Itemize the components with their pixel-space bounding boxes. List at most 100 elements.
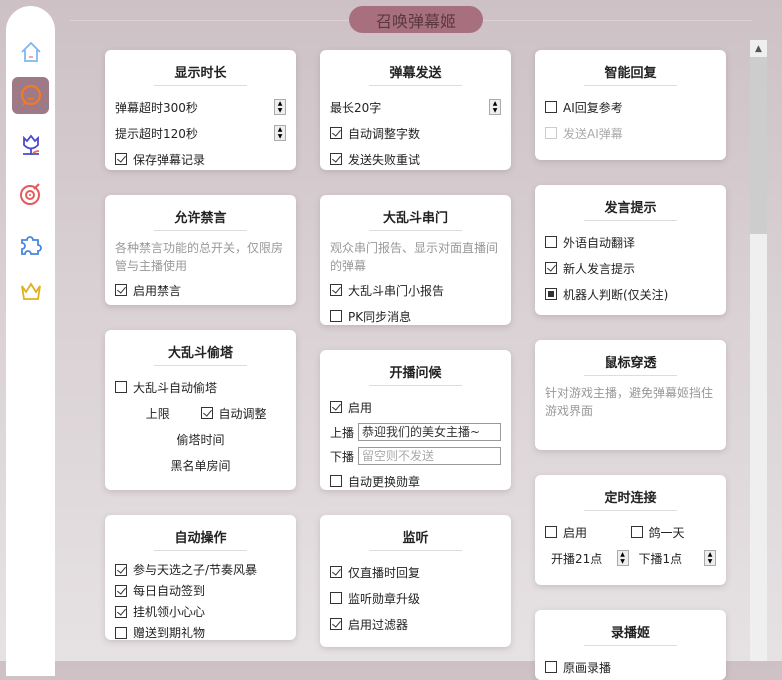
option-checkbox[interactable]: 大乱斗自动偷塔 (115, 379, 217, 396)
checkbox-box[interactable] (330, 566, 342, 578)
checkbox-box[interactable] (330, 284, 342, 296)
sidebar-item-home[interactable] (12, 33, 49, 70)
option-checkbox[interactable]: 启用禁言 (115, 282, 181, 299)
option-checkbox[interactable]: 自动更换勋章 (330, 473, 420, 490)
option-checkbox[interactable]: 外语自动翻译 (545, 234, 635, 251)
checkbox-box[interactable] (545, 101, 557, 113)
card-title: 显示时长 (174, 66, 227, 81)
card-title: 监听 (402, 531, 429, 546)
checkbox-box[interactable] (115, 284, 127, 296)
setting-link[interactable]: 偷塔时间 (115, 426, 286, 452)
option-checkbox[interactable]: 启用 (330, 399, 372, 416)
checkbox-box[interactable] (330, 618, 342, 630)
option-checkbox[interactable]: 赠送到期礼物 (115, 624, 205, 641)
option-checkbox[interactable]: 新人发言提示 (545, 260, 635, 277)
scrollbar[interactable]: ▲ (750, 40, 767, 661)
sidebar-item-puzzle[interactable] (12, 225, 49, 262)
spinner-arrows-icon[interactable]: ▲ ▼ (274, 99, 286, 115)
option-checkbox[interactable]: AI回复参考 (545, 99, 623, 116)
number-spinner[interactable]: 弹幕超时300秒 ▲ ▼ (115, 94, 286, 120)
divider (369, 85, 462, 86)
sidebar-item-chat-bubble[interactable] (12, 77, 49, 114)
checkbox-box[interactable] (115, 584, 127, 597)
end-hour-spinner[interactable]: 下播1点 ▲ ▼ (629, 550, 716, 567)
start-hour-spinner[interactable]: 开播21点 ▲ ▼ (545, 550, 629, 567)
number-spinner[interactable]: 最长20字 ▲ ▼ (330, 94, 501, 120)
option-checkbox[interactable]: 监听勋章升级 (330, 590, 420, 607)
puzzle-icon (20, 235, 42, 255)
checkbox-box[interactable] (545, 288, 557, 300)
card-5: 大乱斗串门 观众串门报告、显示对面直播间的弹幕 大乱斗串门小报告 PK同步消息 (320, 195, 511, 325)
option-checkbox[interactable]: 保存弹幕记录 (115, 151, 205, 168)
input-label: 上播 (330, 425, 355, 440)
card-0: 显示时长弹幕超时300秒 ▲ ▼ 提示超时120秒 ▲ ▼ 保存弹幕记录 (105, 50, 296, 170)
scroll-up-arrow-icon[interactable]: ▲ (750, 40, 767, 57)
greeting-input[interactable]: 恭迎我们的美女主播~ (358, 423, 501, 441)
spinner-label: 提示超时120秒 (115, 126, 198, 141)
greeting-input[interactable]: 留空则不发送 (358, 447, 501, 465)
divider (369, 230, 462, 231)
checkbox-box[interactable] (330, 401, 342, 413)
auto-adjust-checkbox[interactable]: 自动调整 (200, 405, 267, 422)
summon-danmaku-button[interactable]: 召唤弹幕姬 (349, 6, 483, 33)
checkbox-label: 监听勋章升级 (348, 591, 421, 606)
home-icon (20, 41, 41, 62)
checkbox-box[interactable] (630, 526, 643, 538)
spinner-arrows-icon[interactable]: ▲ ▼ (489, 99, 501, 115)
checkbox-box[interactable] (330, 127, 342, 139)
limit-label[interactable]: 上限 (115, 405, 201, 422)
spinner-arrows-icon[interactable]: ▲ ▼ (704, 550, 716, 566)
checkbox-box[interactable] (330, 475, 342, 487)
checkbox-box[interactable] (115, 381, 127, 393)
checkbox-box[interactable] (115, 626, 127, 639)
sidebar-item-record[interactable] (12, 175, 49, 212)
card-title: 定时连接 (604, 491, 657, 506)
option-checkbox[interactable]: 启用过滤器 (330, 616, 408, 633)
checkbox-box[interactable] (115, 563, 127, 576)
sidebar-item-flower[interactable] (12, 126, 49, 163)
card-7: 监听仅直播时回复 监听勋章升级启用过滤器 (320, 515, 511, 647)
scrollbar-thumb[interactable] (750, 57, 767, 234)
option-checkbox[interactable]: 仅直播时回复 (330, 564, 420, 581)
number-spinner[interactable]: 提示超时120秒 ▲ ▼ (115, 120, 286, 146)
flower-icon (22, 134, 39, 155)
option-checkbox[interactable]: 参与天选之子/节奏风暴 (115, 561, 257, 578)
option-checkbox[interactable]: 发送失败重试 (330, 151, 420, 168)
skip-day-checkbox[interactable]: 鸽一天 (630, 524, 685, 541)
checkbox-box[interactable] (330, 310, 342, 322)
checkbox-box[interactable] (330, 592, 342, 604)
card-8: 智能回复 AI回复参考 发送AI弹幕 (535, 50, 726, 160)
checkbox-box[interactable] (545, 661, 557, 673)
checkbox-box[interactable] (115, 605, 127, 618)
option-checkbox[interactable]: 自动调整字数 (330, 125, 420, 142)
divider (584, 375, 677, 376)
option-checkbox[interactable]: 每日自动签到 (115, 582, 205, 599)
card-title: 允许禁言 (174, 211, 227, 226)
checkbox-box[interactable] (545, 526, 557, 538)
enable-checkbox[interactable]: 启用 (545, 524, 587, 541)
spinner-arrows-icon[interactable]: ▲ ▼ (274, 125, 286, 141)
option-checkbox[interactable]: PK同步消息 (330, 308, 411, 325)
option-checkbox[interactable]: 原画录播 (545, 659, 611, 676)
spinner-arrows-icon[interactable]: ▲ ▼ (616, 550, 629, 566)
sidebar (6, 6, 55, 676)
card-3: 自动操作 参与天选之子/节奏风暴 每日自动签到 挂机领小心心 赠送到期礼物 (105, 515, 296, 640)
option-checkbox[interactable]: 大乱斗串门小报告 (330, 282, 444, 299)
checkbox-box[interactable] (115, 153, 127, 165)
divider (584, 510, 677, 511)
setting-link[interactable]: 黑名单房间 (115, 452, 286, 478)
option-checkbox[interactable]: 挂机领小心心 (115, 603, 205, 620)
sidebar-item-crown[interactable] (12, 272, 49, 309)
crown-icon (20, 281, 41, 300)
checkbox-box[interactable] (545, 262, 557, 274)
checkbox-box[interactable] (200, 407, 213, 419)
option-checkbox[interactable]: 机器人判断(仅关注) (545, 286, 668, 303)
divider (584, 85, 677, 86)
checkbox-box[interactable] (545, 236, 557, 248)
checkbox-label: 启用 (348, 400, 373, 415)
checkbox-label: 大乱斗自动偷塔 (133, 380, 218, 395)
checkbox-box[interactable] (330, 153, 342, 165)
card-9: 发言提示 外语自动翻译 新人发言提示 机器人判断(仅关注) (535, 185, 726, 315)
checkbox-label: 仅直播时回复 (348, 565, 421, 580)
spinner-label: 弹幕超时300秒 (115, 100, 198, 115)
